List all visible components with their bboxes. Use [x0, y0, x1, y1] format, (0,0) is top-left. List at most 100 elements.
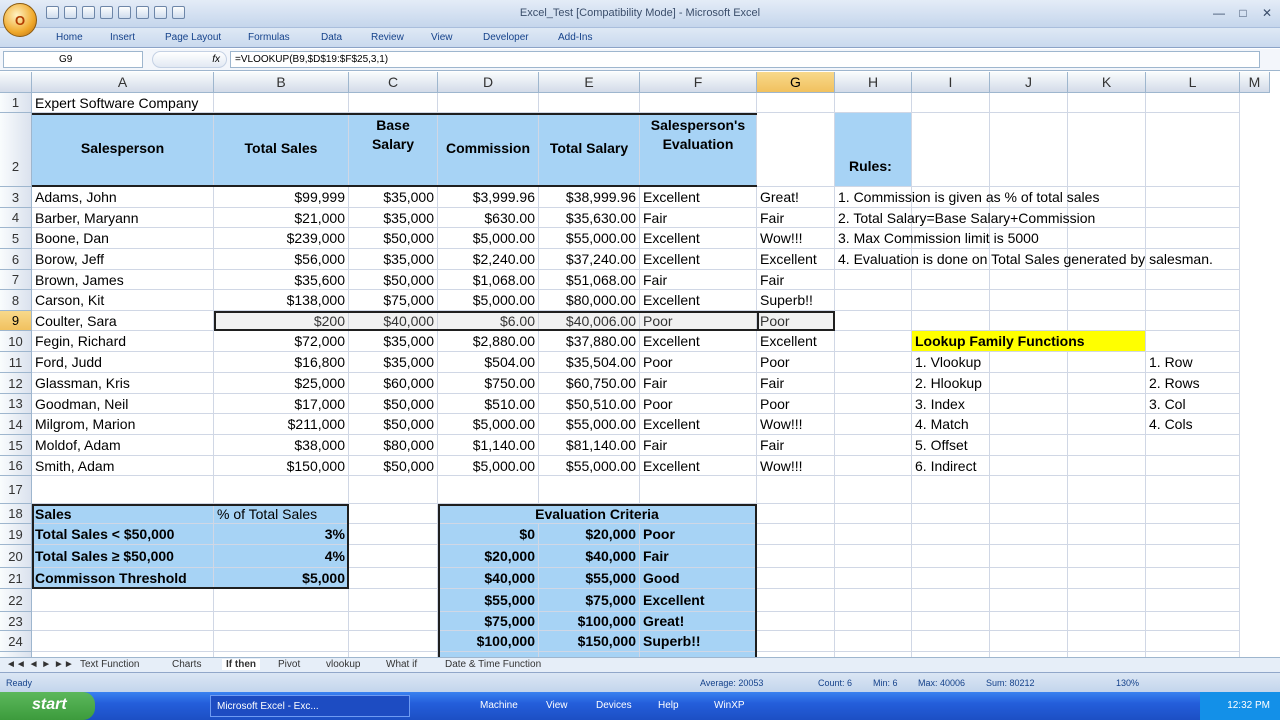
grid-cell[interactable] [912, 113, 990, 187]
base-salary-cell[interactable]: $35,000 [349, 208, 438, 228]
base-salary-cell[interactable]: $80,000 [349, 435, 438, 456]
criteria-max[interactable]: $55,000 [539, 568, 640, 589]
worksheet-grid[interactable]: A B C D E F G H I J K L M 1 2 3 4 5 6 7 8 9 10 11 12 13 14 15 16 17 18… [0, 72, 1270, 657]
column-header-m[interactable]: M [1240, 72, 1270, 93]
grid-cell[interactable] [214, 589, 349, 612]
grid-cell[interactable] [912, 290, 990, 311]
row-header[interactable]: 4 [0, 208, 32, 228]
grid-cell[interactable] [757, 631, 835, 652]
insert-function-button[interactable]: fx [152, 51, 227, 68]
column-header-e[interactable]: E [539, 72, 640, 93]
grid-cell[interactable] [757, 113, 835, 187]
grid-cell[interactable] [912, 476, 990, 504]
salesperson-name[interactable]: Ford, Judd [32, 352, 214, 373]
total-salary-cell[interactable]: $81,140.00 [539, 435, 640, 456]
base-salary-cell[interactable]: $40,000 [349, 311, 438, 331]
grid-cell[interactable] [1146, 456, 1240, 476]
sheet-tab[interactable]: vlookup [326, 659, 360, 670]
evaluation-cell[interactable]: Excellent [640, 456, 757, 476]
row-header[interactable]: 2 [0, 113, 32, 187]
grid-cell[interactable] [835, 311, 912, 331]
rule-text[interactable]: 3. Max Commission limit is 5000 [835, 228, 1039, 249]
grid-cell[interactable] [835, 612, 912, 631]
grid-cell[interactable] [1146, 476, 1240, 504]
grid-cell[interactable] [990, 270, 1068, 290]
rule-text[interactable]: 2. Total Salary=Base Salary+Commission [835, 208, 1095, 228]
evaluation-cell[interactable]: Poor [640, 352, 757, 373]
total-salary-cell[interactable]: $37,240.00 [539, 249, 640, 270]
commission-cell[interactable]: $5,000.00 [438, 290, 539, 311]
grid-cell[interactable] [1146, 504, 1240, 524]
evaluation-cell[interactable]: Excellent [640, 228, 757, 249]
total-salary-cell[interactable]: $55,000.00 [539, 456, 640, 476]
criteria-label[interactable]: Fair [640, 545, 757, 568]
criteria-label[interactable]: Good [640, 568, 757, 589]
grid-cell[interactable] [1146, 435, 1240, 456]
total-sales-cell[interactable]: $16,800 [214, 352, 349, 373]
grid-cell[interactable] [1068, 435, 1146, 456]
total-sales-cell[interactable]: $99,999 [214, 187, 349, 208]
grid-cell[interactable] [1146, 187, 1240, 208]
grid-cell[interactable] [1068, 113, 1146, 187]
column-header-k[interactable]: K [1068, 72, 1146, 93]
grid-cell[interactable] [990, 631, 1068, 652]
grid-cell[interactable] [349, 504, 438, 524]
grid-cell[interactable] [1146, 589, 1240, 612]
maximize-icon[interactable]: □ [1232, 4, 1254, 22]
total-sales-cell[interactable]: $17,000 [214, 394, 349, 414]
grid-cell[interactable] [1146, 228, 1240, 249]
lookup-result-cell[interactable]: Wow!!! [757, 414, 835, 435]
evaluation-cell[interactable]: Poor [640, 311, 757, 331]
evaluation-cell[interactable]: Poor [640, 394, 757, 414]
lookup-result-cell[interactable]: Fair [757, 435, 835, 456]
commission-rule-value[interactable]: 4% [214, 545, 349, 568]
salesperson-name[interactable]: Goodman, Neil [32, 394, 214, 414]
base-salary-cell[interactable]: $50,000 [349, 270, 438, 290]
grid-cell[interactable] [32, 612, 214, 631]
criteria-max[interactable]: $20,000 [539, 524, 640, 545]
grid-cell[interactable] [757, 93, 835, 113]
salesperson-name[interactable]: Brown, James [32, 270, 214, 290]
column-header-h[interactable]: H [835, 72, 912, 93]
evaluation-cell[interactable]: Fair [640, 270, 757, 290]
row-header[interactable]: 7 [0, 270, 32, 290]
grid-cell[interactable] [1146, 113, 1240, 187]
rule-text[interactable]: 4. Evaluation is done on Total Sales gen… [835, 249, 1213, 270]
column-header-b[interactable]: B [214, 72, 349, 93]
salesperson-name[interactable]: Carson, Kit [32, 290, 214, 311]
close-icon[interactable]: ✕ [1256, 4, 1278, 22]
base-salary-cell[interactable]: $50,000 [349, 228, 438, 249]
grid-cell[interactable] [990, 290, 1068, 311]
vm-menu-help[interactable]: Help [652, 695, 685, 717]
tab-review[interactable]: Review [371, 32, 404, 43]
total-sales-cell[interactable]: $138,000 [214, 290, 349, 311]
grid-cell[interactable] [835, 476, 912, 504]
lookup-result-cell[interactable]: Wow!!! [757, 456, 835, 476]
grid-cell[interactable] [835, 290, 912, 311]
total-salary-cell[interactable]: $60,750.00 [539, 373, 640, 394]
grid-cell[interactable] [1068, 311, 1146, 331]
evaluation-cell[interactable]: Fair [640, 208, 757, 228]
column-header-l[interactable]: L [1146, 72, 1240, 93]
sheet-tab[interactable]: Text Function [80, 659, 139, 670]
grid-cell[interactable] [990, 113, 1068, 187]
column-header-j[interactable]: J [990, 72, 1068, 93]
grid-cell[interactable] [835, 93, 912, 113]
base-salary-cell[interactable]: $60,000 [349, 373, 438, 394]
grid-cell[interactable] [990, 612, 1068, 631]
row-header[interactable]: 8 [0, 290, 32, 311]
grid-cell[interactable] [349, 545, 438, 568]
grid-cell[interactable] [1146, 270, 1240, 290]
rule-text[interactable]: 1. Commission is given as % of total sal… [835, 187, 1099, 208]
commission-cell[interactable]: $1,068.00 [438, 270, 539, 290]
tab-add-ins[interactable]: Add-Ins [558, 32, 592, 43]
commission-cell[interactable]: $3,999.96 [438, 187, 539, 208]
commission-header-sales[interactable]: Sales [32, 504, 214, 524]
grid-cell[interactable] [990, 589, 1068, 612]
grid-cell[interactable] [757, 612, 835, 631]
lookup-item[interactable]: 4. Match [912, 414, 990, 435]
row-header[interactable]: 10 [0, 331, 32, 352]
total-salary-cell[interactable]: $50,510.00 [539, 394, 640, 414]
lookup-result-cell[interactable]: Great! [757, 187, 835, 208]
lookup-result-cell[interactable]: Fair [757, 270, 835, 290]
